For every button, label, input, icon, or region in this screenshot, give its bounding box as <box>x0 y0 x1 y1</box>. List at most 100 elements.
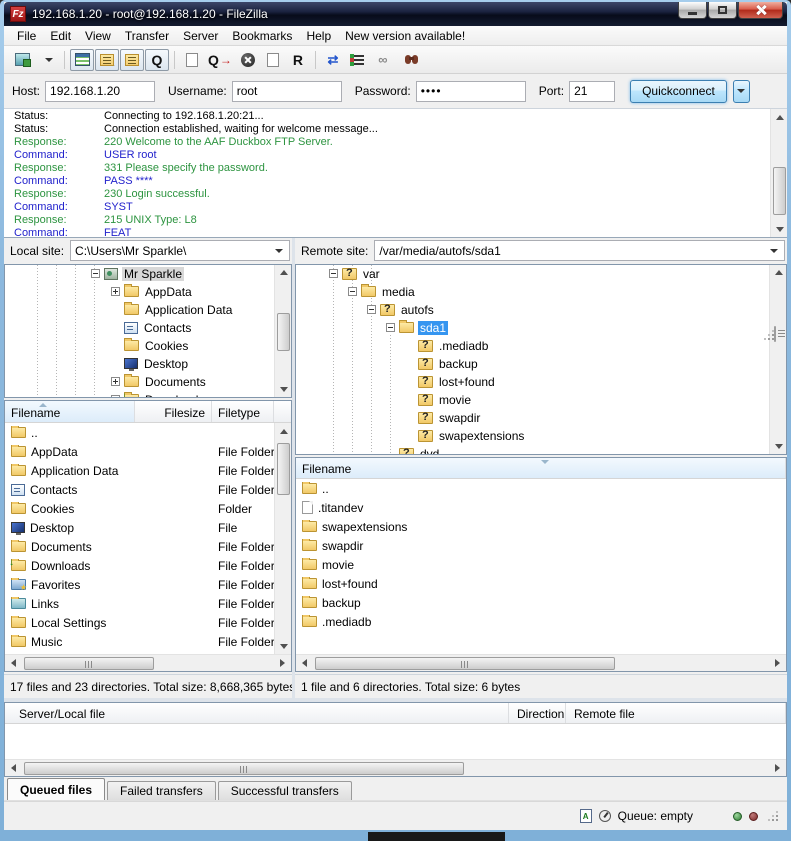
minimize-button[interactable] <box>678 2 707 19</box>
scroll-right-icon[interactable] <box>769 655 786 671</box>
file-row-mediadb[interactable]: .mediadb <box>296 612 786 631</box>
scroll-up-icon[interactable] <box>771 109 787 125</box>
file-row-movie[interactable]: movie <box>296 555 786 574</box>
tree-item-autofs[interactable]: autofs <box>296 301 769 319</box>
column-header-filetype[interactable]: Filetype <box>212 401 274 422</box>
tree-item-downloads[interactable]: Downloads <box>5 391 274 397</box>
filter-button[interactable] <box>396 49 420 71</box>
file-row-swapdir[interactable]: swapdir <box>296 536 786 555</box>
menu-item-file[interactable]: File <box>10 27 43 45</box>
scrollbar-thumb[interactable] <box>24 762 464 775</box>
tree-item-sda1[interactable]: sda1 <box>296 319 769 337</box>
file-row-swapextensions[interactable]: swapextensions <box>296 517 786 536</box>
close-button[interactable] <box>738 2 783 19</box>
menu-item-server[interactable]: Server <box>176 27 225 45</box>
disconnect-button[interactable]: ✕ <box>261 49 285 71</box>
tree-item-dvd[interactable]: dvd <box>296 445 769 454</box>
toggle-remote-tree-button[interactable]: F <box>120 49 144 71</box>
scrollbar-thumb[interactable] <box>24 657 154 670</box>
scrollbar-thumb[interactable] <box>315 657 615 670</box>
scrollbar-thumb[interactable] <box>773 167 786 215</box>
column-header-remote-file[interactable]: Remote file <box>566 703 786 723</box>
remote-site-path-combobox[interactable]: /var/media/autofs/sda1 <box>374 240 785 261</box>
cancel-operation-button[interactable] <box>236 49 260 71</box>
file-row-contacts[interactable]: ContactsFile Folder <box>5 480 291 499</box>
file-row-favorites[interactable]: FavoritesFile Folder <box>5 575 291 594</box>
process-queue-button[interactable]: Q→ <box>205 49 235 71</box>
queue-hscrollbar[interactable] <box>5 759 786 776</box>
tree-expander-plus-icon[interactable] <box>111 287 120 296</box>
tree-expander-minus-icon[interactable] <box>329 269 338 278</box>
file-row-music[interactable]: MusicFile Folder <box>5 632 291 651</box>
host-input[interactable] <box>45 81 155 102</box>
local-site-path-combobox[interactable]: C:\Users\Mr Sparkle\ <box>70 240 290 261</box>
tree-expander-minus-icon[interactable] <box>367 305 376 314</box>
tree-item-appdata[interactable]: AppData <box>5 283 274 301</box>
local-list-hscrollbar[interactable] <box>5 654 291 671</box>
menu-item-transfer[interactable]: Transfer <box>118 27 176 45</box>
port-input[interactable] <box>569 81 615 102</box>
toggle-queue-button[interactable]: Q <box>145 49 169 71</box>
tree-item-mr-sparkle[interactable]: Mr Sparkle <box>5 265 274 283</box>
tree-item-swapdir[interactable]: swapdir <box>296 409 769 427</box>
remote-list-hscrollbar[interactable] <box>296 654 786 671</box>
tree-item-backup[interactable]: backup <box>296 355 769 373</box>
remote-tree-scrollbar[interactable] <box>769 265 786 454</box>
menu-item-edit[interactable]: Edit <box>43 27 78 45</box>
file-row-application-data[interactable]: Application DataFile Folder <box>5 461 291 480</box>
column-header-filesize[interactable]: Filesize <box>135 401 212 422</box>
file-row-lost-found[interactable]: lost+found <box>296 574 786 593</box>
file-row-downloads[interactable]: DownloadsFile Folder <box>5 556 291 575</box>
resize-grip[interactable] <box>767 810 779 822</box>
site-manager-dropdown-button[interactable] <box>35 49 59 71</box>
tree-expander-minus-icon[interactable] <box>91 269 100 278</box>
tab-successful-transfers[interactable]: Successful transfers <box>218 781 352 800</box>
scroll-up-icon[interactable] <box>275 423 291 439</box>
directory-listing-button[interactable] <box>346 49 370 71</box>
tree-item-var[interactable]: var <box>296 265 769 283</box>
column-header-direction[interactable]: Direction <box>509 703 566 723</box>
message-log-scrollbar[interactable] <box>770 109 787 237</box>
scroll-up-icon[interactable] <box>275 265 292 281</box>
file-row-links[interactable]: LinksFile Folder <box>5 594 291 613</box>
tree-item-mediadb[interactable]: .mediadb <box>296 337 769 355</box>
scrollbar-thumb[interactable] <box>277 443 290 495</box>
menu-item-bookmarks[interactable]: Bookmarks <box>225 27 299 45</box>
file-row-[interactable]: .. <box>5 423 291 442</box>
column-header-filename[interactable]: Filename <box>296 458 786 478</box>
directory-comparison-button[interactable]: ⇄ <box>321 49 345 71</box>
quickconnect-dropdown-button[interactable] <box>733 80 750 103</box>
file-row-desktop[interactable]: DesktopFile <box>5 518 291 537</box>
scroll-left-icon[interactable] <box>5 760 22 776</box>
toggle-local-tree-button[interactable]: L <box>95 49 119 71</box>
username-input[interactable] <box>232 81 342 102</box>
menu-item-help[interactable]: Help <box>299 27 338 45</box>
title-bar[interactable]: Fz 192.168.1.20 - root@192.168.1.20 - Fi… <box>4 2 787 26</box>
scroll-right-icon[interactable] <box>769 760 786 776</box>
tree-item-movie[interactable]: movie <box>296 391 769 409</box>
reconnect-button[interactable]: R <box>286 49 310 71</box>
tree-item-swapextensions[interactable]: swapextensions <box>296 427 769 445</box>
tab-failed-transfers[interactable]: Failed transfers <box>107 781 216 800</box>
scroll-down-icon[interactable] <box>771 221 787 237</box>
scroll-down-icon[interactable] <box>275 381 292 397</box>
tab-queued-files[interactable]: Queued files <box>7 778 105 800</box>
refresh-button[interactable]: ⟳ <box>180 49 204 71</box>
file-row-documents[interactable]: DocumentsFile Folder <box>5 537 291 556</box>
menu-item-view[interactable]: View <box>78 27 118 45</box>
quickconnect-button[interactable]: Quickconnect <box>630 80 727 103</box>
maximize-button[interactable] <box>708 2 737 19</box>
synchronized-browsing-button[interactable]: ∞ <box>371 49 395 71</box>
tree-expander-plus-icon[interactable] <box>111 377 120 386</box>
file-row-cookies[interactable]: CookiesFolder <box>5 499 291 518</box>
tree-item-contacts[interactable]: Contacts <box>5 319 274 337</box>
password-input[interactable] <box>416 81 526 102</box>
file-row-appdata[interactable]: AppDataFile Folder <box>5 442 291 461</box>
tree-item-cookies[interactable]: Cookies <box>5 337 274 355</box>
scroll-down-icon[interactable] <box>770 438 787 454</box>
scroll-down-icon[interactable] <box>275 638 291 654</box>
tree-item-desktop[interactable]: Desktop <box>5 355 274 373</box>
column-header-server-local-file[interactable]: Server/Local file <box>5 703 509 723</box>
scroll-up-icon[interactable] <box>770 265 787 281</box>
scroll-left-icon[interactable] <box>296 655 313 671</box>
